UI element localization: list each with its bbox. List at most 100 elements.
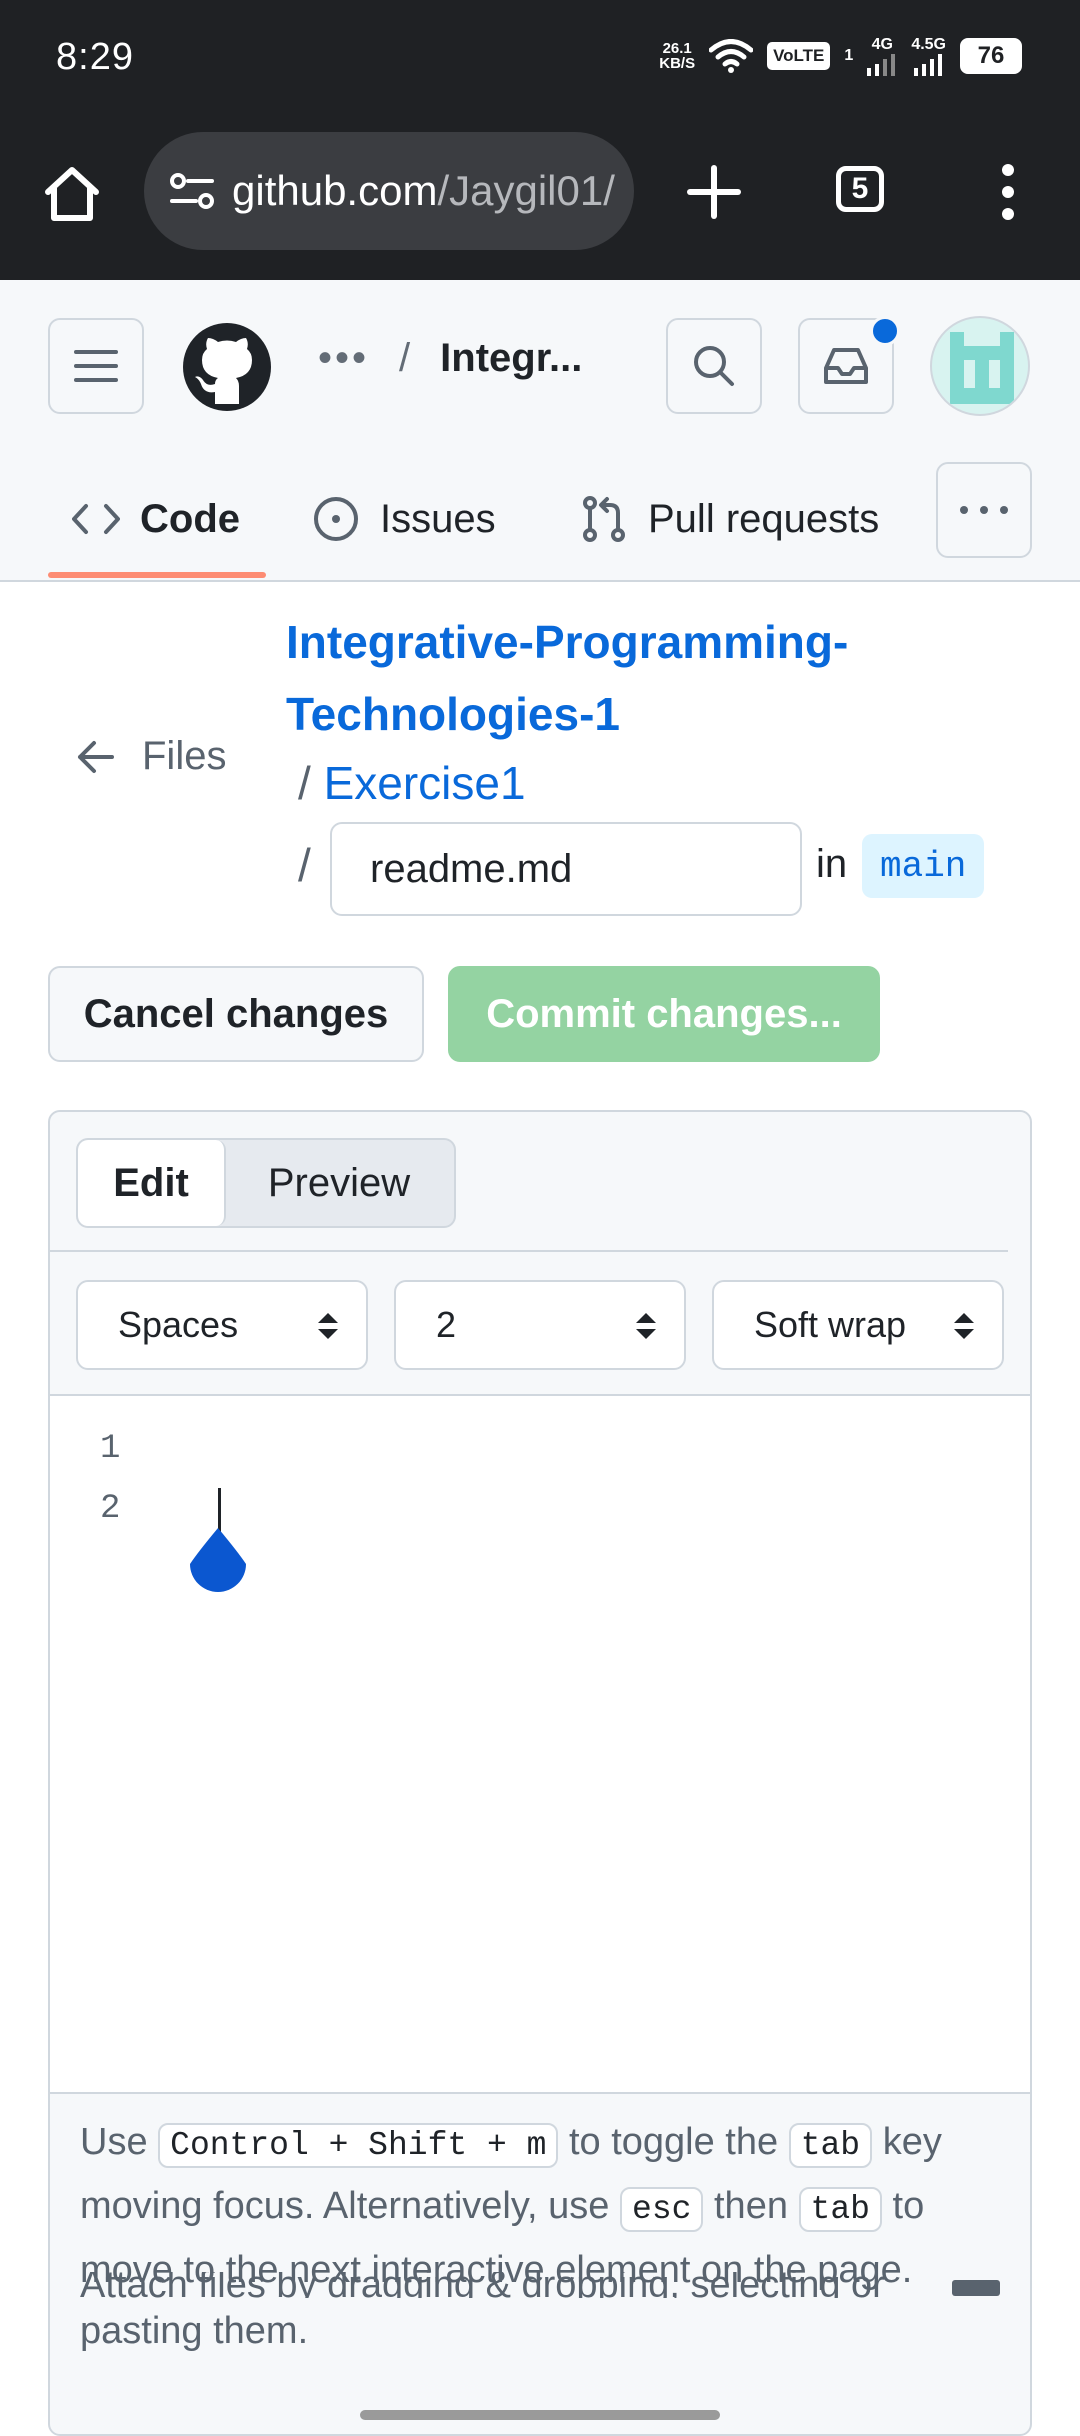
new-tab-icon[interactable] — [686, 164, 742, 220]
tab-code[interactable]: Code — [72, 460, 240, 578]
tab-issues-label: Issues — [380, 496, 496, 541]
back-to-files[interactable]: Files — [76, 734, 226, 779]
wifi-icon — [709, 39, 754, 73]
battery-indicator: 76 — [960, 38, 1022, 74]
avatar-identicon — [950, 332, 1014, 404]
in-label: in — [816, 842, 848, 886]
attach-files-hint[interactable]: Attach files by dragging & dropping, sel… — [80, 2272, 980, 2356]
url-bar[interactable]: github.com/Jaygil01/ — [144, 132, 634, 250]
shortcut-kbd: tab — [798, 2187, 882, 2232]
line-number: 1 — [100, 1430, 121, 1468]
net-speed-unit: KB/S — [659, 55, 696, 72]
cursor-handle-icon[interactable] — [186, 1524, 250, 1596]
toolbar-divider — [50, 1250, 1008, 1252]
updown-caret-icon — [318, 1313, 338, 1339]
indent-mode-select[interactable]: Spaces — [76, 1280, 368, 1370]
tab-issues[interactable]: Issues — [312, 460, 496, 578]
indent-size-select[interactable]: 2 — [394, 1280, 686, 1370]
github-header: ••• / Integr... Code Issues Pull request… — [0, 280, 1080, 582]
search-button[interactable] — [666, 318, 762, 414]
net-speed: 26.1 KB/S — [659, 41, 695, 71]
back-to-files-label: Files — [142, 734, 227, 778]
tab-pull-requests-label: Pull requests — [648, 496, 880, 541]
signal-bars-icon — [867, 54, 896, 76]
kebab-icon — [960, 506, 1008, 514]
avatar[interactable] — [930, 316, 1030, 416]
pull-request-icon — [583, 496, 625, 542]
indent-mode-value: Spaces — [118, 1304, 239, 1345]
network-type-1: 4G — [871, 36, 893, 53]
repo-name-line2: Technologies-1 — [286, 688, 620, 740]
wrap-mode-select[interactable]: Soft wrap — [712, 1280, 1004, 1370]
updown-caret-icon — [954, 1313, 974, 1339]
line-number: 2 — [100, 1490, 121, 1528]
branch-badge[interactable]: main — [862, 834, 985, 898]
sim1-indicator: 1 — [844, 47, 854, 64]
help-text: then — [714, 2185, 788, 2227]
signal-bars-icon — [913, 54, 942, 76]
repo-name-link[interactable]: Integrative-Programming- Technologies-1 — [286, 606, 1026, 750]
help-text: to — [892, 2185, 925, 2227]
hamburger-icon — [74, 350, 118, 382]
gesture-home-bar[interactable] — [360, 2410, 720, 2420]
signal-4g: 4G — [867, 36, 897, 76]
help-text: moving focus. Alternatively, use — [80, 2185, 610, 2227]
hamburger-button[interactable] — [48, 318, 144, 414]
path-separator: / — [298, 839, 311, 891]
site-info-icon[interactable] — [168, 171, 216, 211]
shortcut-kbd: esc — [620, 2187, 704, 2232]
more-vert-icon[interactable] — [996, 162, 1020, 222]
url-host: github.com — [232, 167, 438, 214]
net-speed-value: 26.1 — [662, 40, 692, 57]
path-separator: / — [298, 757, 311, 809]
arrow-left-icon — [78, 740, 114, 773]
repo-name-line1: Integrative-Programming- — [286, 616, 849, 668]
path-folder-line: / Exercise1 — [298, 756, 526, 810]
status-icons: 26.1 KB/S VoLTE 1 4G 4.5G 76 — [659, 36, 1022, 76]
cancel-changes-button[interactable]: Cancel changes — [48, 966, 424, 1062]
notification-dot — [870, 316, 900, 346]
tabs-count-icon[interactable]: 5 — [836, 166, 884, 212]
attach-line2: pasting them. — [80, 2310, 309, 2352]
browser-toolbar: github.com/Jaygil01/ 5 — [0, 120, 1080, 280]
url-text: github.com/Jaygil01/ — [232, 167, 615, 215]
attach-line1: Attach files by dragging & dropping, sel… — [80, 2272, 885, 2298]
home-icon[interactable] — [42, 164, 102, 224]
updown-caret-icon — [636, 1313, 656, 1339]
volte-badge: VoLTE — [767, 42, 831, 70]
network-type-2: 4.5G — [911, 36, 946, 53]
inbox-icon — [824, 348, 868, 384]
shortcut-kbd: tab — [788, 2123, 873, 2168]
url-path: /Jaygil01/ — [437, 167, 615, 214]
active-tab-underline — [48, 572, 266, 578]
help-text: to toggle the — [568, 2121, 779, 2163]
shortcut-kbd: Control + Shift + m — [158, 2123, 559, 2168]
code-editor[interactable]: 1 2 — [50, 1394, 1030, 2094]
editor-panel: Edit Preview Spaces 2 Soft wrap 1 2 Use … — [48, 1110, 1032, 2436]
tab-preview[interactable]: Preview — [224, 1140, 454, 1226]
breadcrumb-repo[interactable]: Integr... — [440, 336, 582, 380]
more-tabs-button[interactable] — [936, 462, 1032, 558]
edit-preview-toggle: Edit Preview — [76, 1138, 456, 1228]
markdown-icon — [952, 2280, 1000, 2296]
status-time: 8:29 — [56, 36, 134, 78]
tab-edit[interactable]: Edit — [78, 1140, 226, 1226]
help-text: Use — [80, 2121, 148, 2163]
folder-link[interactable]: Exercise1 — [324, 757, 526, 809]
tab-pull-requests[interactable]: Pull requests — [580, 460, 879, 578]
breadcrumb-separator: / — [399, 336, 411, 380]
tab-code-label: Code — [140, 496, 240, 541]
status-bar: 8:29 26.1 KB/S VoLTE 1 4G 4.5G 76 — [0, 0, 1080, 120]
wrap-mode-value: Soft wrap — [754, 1304, 907, 1345]
code-icon — [72, 504, 120, 534]
indent-size-value: 2 — [436, 1304, 457, 1345]
commit-changes-button[interactable]: Commit changes... — [448, 966, 880, 1062]
breadcrumb: ••• / Integr... — [318, 336, 582, 381]
signal-45g: 4.5G — [911, 36, 946, 76]
github-logo-icon[interactable] — [182, 322, 272, 412]
search-icon — [694, 346, 734, 386]
help-text: key — [882, 2121, 942, 2163]
breadcrumb-overflow[interactable]: ••• — [318, 336, 369, 380]
file-name-input[interactable]: readme.md — [330, 822, 802, 916]
issues-icon — [314, 497, 358, 541]
